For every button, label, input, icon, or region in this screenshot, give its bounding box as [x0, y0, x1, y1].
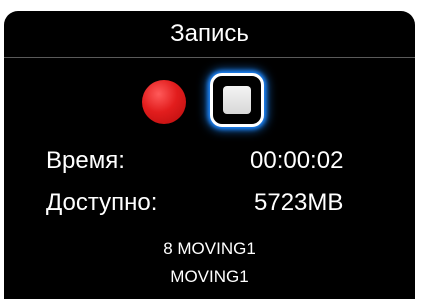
- recording-dialog: Запись Время: 00:00:02 Доступно: 5723MB …: [4, 11, 415, 299]
- time-label: Время:: [46, 147, 125, 174]
- stop-icon: [223, 86, 251, 114]
- stop-button[interactable]: [210, 73, 264, 127]
- available-label: Доступно:: [46, 189, 158, 216]
- time-value: 00:00:02: [250, 147, 344, 174]
- available-value: 5723MB: [254, 189, 344, 216]
- info-line-2: MOVING1: [170, 267, 249, 286]
- info-line-1: 8 MOVING1: [163, 239, 256, 258]
- title-divider: [4, 57, 415, 58]
- dialog-title: Запись: [170, 20, 249, 47]
- record-button[interactable]: [142, 80, 186, 124]
